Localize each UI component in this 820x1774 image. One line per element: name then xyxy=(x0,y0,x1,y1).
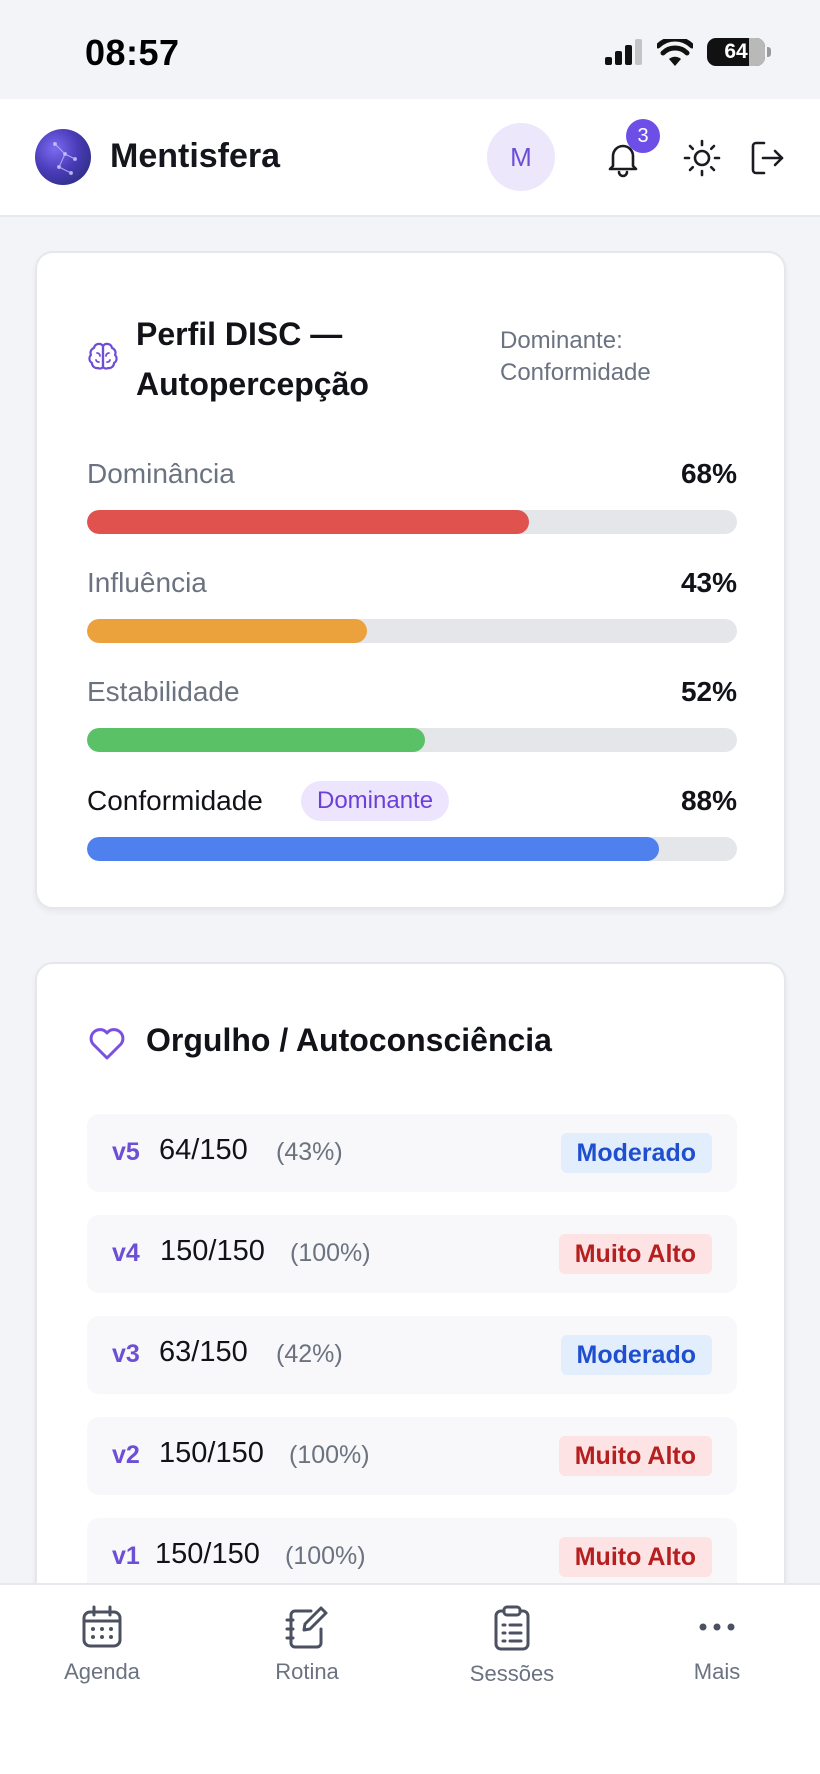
heart-icon xyxy=(89,1028,125,1060)
trait-label: Influência xyxy=(87,567,207,598)
sun-icon[interactable] xyxy=(682,138,722,178)
trait-bar-fill xyxy=(87,619,367,643)
result-percent: (100%) xyxy=(285,1542,366,1570)
nav-label: Mais xyxy=(693,1659,741,1684)
nav-mais[interactable]: Mais xyxy=(637,1605,797,1685)
result-percent: (42%) xyxy=(276,1340,343,1368)
result-version: v5 xyxy=(112,1138,140,1166)
battery-indicator: 64 xyxy=(707,38,771,66)
battery-level: 64 xyxy=(724,40,748,63)
pride-result-row[interactable]: v3 63/150 (42%) Moderado xyxy=(87,1316,737,1394)
app-header: Mentisfera M 3 xyxy=(0,99,820,217)
disc-dominant-summary: Dominante: Conformidade xyxy=(500,327,651,386)
trait-bar-track xyxy=(87,510,737,534)
result-level-badge: Moderado xyxy=(560,1335,712,1375)
pride-result-row[interactable]: v5 64/150 (43%) Moderado xyxy=(87,1114,737,1192)
notebook-edit-icon xyxy=(285,1606,328,1649)
trait-value: 52% xyxy=(680,676,737,707)
result-score: 150/150 xyxy=(160,1235,265,1267)
trait-bar-track xyxy=(87,837,737,861)
result-level-badge: Muito Alto xyxy=(558,1537,712,1577)
logout-icon[interactable] xyxy=(748,138,788,178)
notification-badge: 3 xyxy=(626,119,660,153)
nav-label: Sessões xyxy=(469,1661,555,1686)
status-bar: 08:57 64 xyxy=(0,0,820,99)
result-percent: (43%) xyxy=(276,1138,343,1166)
trait-conformidade: Conformidade Dominante 88% xyxy=(87,781,737,865)
nav-rotina[interactable]: Rotina xyxy=(227,1605,387,1685)
result-level-badge: Muito Alto xyxy=(558,1234,712,1274)
more-dots-icon xyxy=(699,1623,735,1631)
pride-card: Orgulho / Autoconsciência v5 64/150 (43%… xyxy=(35,962,786,1622)
trait-bar-fill xyxy=(87,837,659,861)
result-score: 63/150 xyxy=(159,1336,248,1368)
nav-label: Agenda xyxy=(64,1659,140,1684)
disc-profile-card: Perfil DISC — Autopercepção Dominante: C… xyxy=(35,251,786,909)
trait-bar-track xyxy=(87,728,737,752)
result-score: 150/150 xyxy=(155,1538,260,1570)
result-score: 150/150 xyxy=(159,1437,264,1469)
nav-sessoes[interactable]: Sessões xyxy=(432,1605,592,1687)
trait-dominancia: Dominância 68% xyxy=(87,458,737,538)
app-logo[interactable] xyxy=(35,129,91,185)
result-version: v1 xyxy=(112,1542,140,1570)
clipboard-icon xyxy=(494,1605,530,1651)
calendar-icon xyxy=(82,1605,122,1648)
trait-label: Dominância xyxy=(87,458,235,489)
dominant-tag: Dominante xyxy=(301,781,450,821)
disc-card-title: Perfil DISC — Autopercepção xyxy=(136,316,369,402)
status-time: 08:57 xyxy=(85,32,180,73)
user-avatar[interactable]: M xyxy=(487,123,555,191)
pride-result-row[interactable]: v4 150/150 (100%) Muito Alto xyxy=(87,1215,737,1293)
trait-value: 43% xyxy=(680,567,737,598)
result-level-badge: Muito Alto xyxy=(558,1436,712,1476)
trait-influencia: Influência 43% xyxy=(87,567,737,647)
trait-estabilidade: Estabilidade 52% xyxy=(87,676,737,756)
trait-bar-track xyxy=(87,619,737,643)
nav-label: Rotina xyxy=(275,1659,339,1684)
nav-agenda[interactable]: Agenda xyxy=(22,1605,182,1685)
result-version: v2 xyxy=(112,1441,140,1469)
status-icons: 64 xyxy=(605,38,771,66)
trait-value: 88% xyxy=(680,785,737,816)
trait-bar-fill xyxy=(87,728,425,752)
result-version: v3 xyxy=(112,1340,140,1368)
trait-value: 68% xyxy=(680,458,737,489)
app-title: Mentisfera xyxy=(110,137,281,175)
wifi-icon xyxy=(657,38,693,66)
trait-bar-fill xyxy=(87,510,529,534)
brain-icon xyxy=(88,342,118,370)
result-level-badge: Moderado xyxy=(560,1133,712,1173)
pride-card-title: Orgulho / Autoconsciência xyxy=(146,1022,552,1058)
result-version: v4 xyxy=(112,1239,140,1267)
cellular-signal-icon xyxy=(605,39,642,65)
trait-label: Estabilidade xyxy=(87,676,240,707)
trait-label: Conformidade xyxy=(87,785,263,816)
result-percent: (100%) xyxy=(289,1441,370,1469)
bottom-navigation: Agenda Rotina Sessões Mais xyxy=(0,1583,820,1774)
result-score: 64/150 xyxy=(159,1134,248,1166)
result-percent: (100%) xyxy=(290,1239,371,1267)
pride-result-row[interactable]: v2 150/150 (100%) Muito Alto xyxy=(87,1417,737,1495)
